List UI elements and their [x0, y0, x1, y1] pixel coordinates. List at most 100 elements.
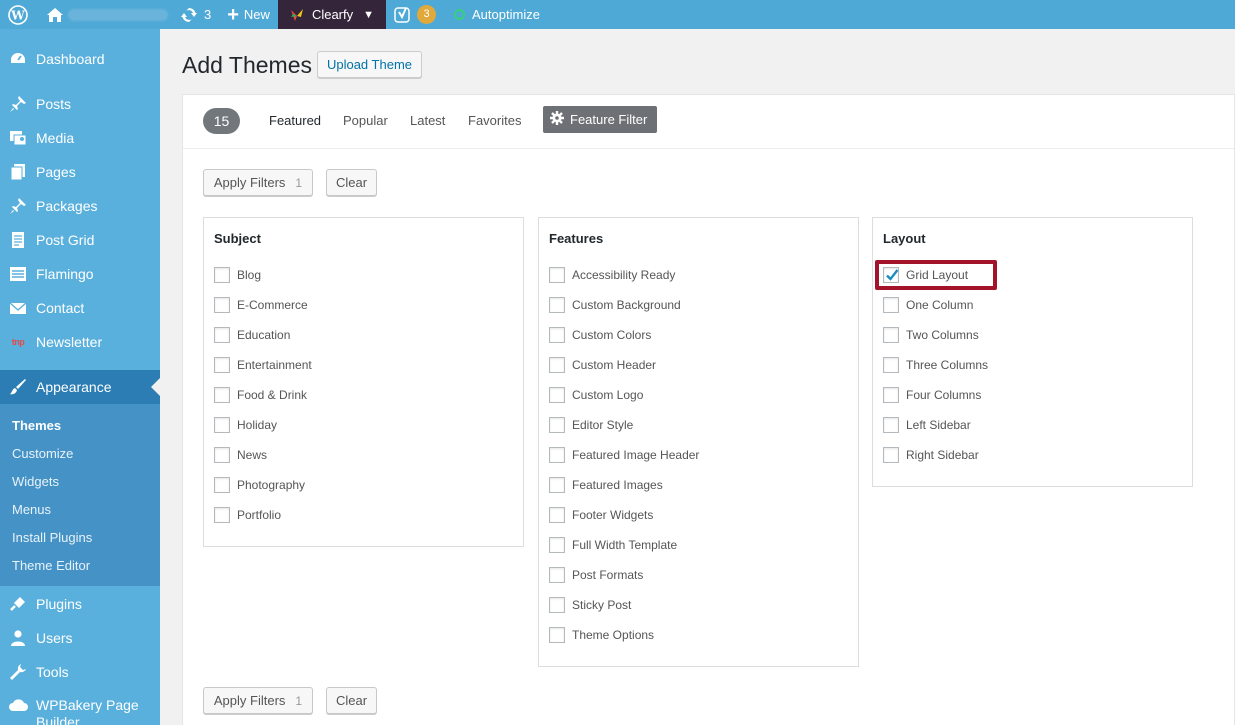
checkbox[interactable]	[214, 507, 230, 523]
feature-filter-button[interactable]: Feature Filter	[543, 106, 657, 133]
checkbox[interactable]	[549, 417, 565, 433]
filter-count: 1	[295, 693, 303, 708]
sidebar-item-appearance[interactable]: Appearance	[0, 370, 160, 404]
layout-option[interactable]: One Column	[883, 296, 973, 314]
subject-option[interactable]: Blog	[214, 266, 261, 284]
checkbox[interactable]	[214, 417, 230, 433]
checkbox[interactable]	[883, 417, 899, 433]
checkbox[interactable]	[549, 447, 565, 463]
sidebar-item-media[interactable]: Media	[0, 121, 160, 155]
checkbox[interactable]	[549, 597, 565, 613]
checkbox[interactable]	[549, 627, 565, 643]
tab-latest[interactable]: Latest	[410, 113, 445, 128]
sidebar-item-tools[interactable]: Tools	[0, 655, 160, 689]
upload-theme-button[interactable]: Upload Theme	[317, 51, 422, 78]
features-option[interactable]: Accessibility Ready	[549, 266, 675, 284]
subject-option[interactable]: Food & Drink	[214, 386, 307, 404]
checkbox[interactable]	[549, 567, 565, 583]
clear-button-top[interactable]: Clear	[326, 169, 377, 196]
checkbox[interactable]	[214, 447, 230, 463]
sidebar-item-newsletter[interactable]: tnp Newsletter	[0, 325, 160, 359]
checkbox[interactable]	[883, 387, 899, 403]
features-option[interactable]: Full Width Template	[549, 536, 677, 554]
yoast-menu[interactable]: 3	[386, 0, 444, 29]
sidebar-item-packages[interactable]: Packages	[0, 189, 160, 223]
clearfy-label: Clearfy	[311, 7, 354, 22]
submenu-item-customize[interactable]: Customize	[12, 446, 73, 461]
layout-option[interactable]: Four Columns	[883, 386, 981, 404]
submenu-item-themes[interactable]: Themes	[12, 418, 61, 433]
updates-count: 3	[204, 7, 212, 22]
subject-option[interactable]: Holiday	[214, 416, 277, 434]
checkbox[interactable]	[883, 327, 899, 343]
checkbox[interactable]	[214, 327, 230, 343]
subject-option[interactable]: Entertainment	[214, 356, 312, 374]
features-option[interactable]: Custom Background	[549, 296, 681, 314]
cloud-icon	[0, 697, 36, 713]
features-option[interactable]: Footer Widgets	[549, 506, 653, 524]
sidebar-item-flamingo[interactable]: Flamingo	[0, 257, 160, 291]
checkbox[interactable]	[549, 357, 565, 373]
checkbox[interactable]	[549, 267, 565, 283]
subject-option[interactable]: News	[214, 446, 267, 464]
checkbox[interactable]	[214, 297, 230, 313]
checkbox[interactable]	[214, 477, 230, 493]
autoptimize-menu[interactable]: Autoptimize	[444, 0, 548, 29]
apply-filters-button-top[interactable]: Apply Filters 1	[203, 169, 313, 196]
layout-option[interactable]: Left Sidebar	[883, 416, 971, 434]
checkbox-checked[interactable]	[883, 267, 899, 283]
layout-option[interactable]: Right Sidebar	[883, 446, 979, 464]
subject-option[interactable]: Portfolio	[214, 506, 281, 524]
features-option[interactable]: Featured Image Header	[549, 446, 699, 464]
tab-favorites[interactable]: Favorites	[468, 113, 521, 128]
yoast-icon	[394, 6, 412, 24]
checkbox[interactable]	[214, 267, 230, 283]
checkbox[interactable]	[549, 537, 565, 553]
features-option[interactable]: Custom Colors	[549, 326, 651, 344]
checkbox[interactable]	[214, 357, 230, 373]
features-option[interactable]: Featured Images	[549, 476, 663, 494]
features-option[interactable]: Post Formats	[549, 566, 643, 584]
submenu-item-install-plugins[interactable]: Install Plugins	[12, 530, 92, 545]
checkbox[interactable]	[549, 387, 565, 403]
sidebar-item-post-grid[interactable]: Post Grid	[0, 223, 160, 257]
wordpress-logo-icon[interactable]: W	[0, 0, 36, 29]
features-option[interactable]: Theme Options	[549, 626, 654, 644]
sidebar-item-pages[interactable]: Pages	[0, 155, 160, 189]
features-option[interactable]: Custom Logo	[549, 386, 643, 404]
checkbox[interactable]	[883, 447, 899, 463]
layout-option[interactable]: Three Columns	[883, 356, 988, 374]
tab-featured[interactable]: Featured	[269, 113, 321, 128]
subject-option[interactable]: Photography	[214, 476, 305, 494]
submenu-item-widgets[interactable]: Widgets	[12, 474, 59, 489]
site-name[interactable]	[36, 0, 176, 29]
layout-option[interactable]: Two Columns	[883, 326, 979, 344]
sidebar-item-posts[interactable]: Posts	[0, 87, 160, 121]
features-option[interactable]: Sticky Post	[549, 596, 631, 614]
features-option[interactable]: Custom Header	[549, 356, 656, 374]
checkbox[interactable]	[549, 327, 565, 343]
apply-filters-button-bottom[interactable]: Apply Filters 1	[203, 687, 313, 714]
features-option[interactable]: Editor Style	[549, 416, 633, 434]
submenu-item-theme-editor[interactable]: Theme Editor	[12, 558, 90, 573]
new-content-item[interactable]: + New	[219, 0, 278, 29]
sidebar-item-contact[interactable]: Contact	[0, 291, 160, 325]
clearfy-menu[interactable]: Clearfy ▼	[277, 0, 387, 29]
subject-option[interactable]: E-Commerce	[214, 296, 308, 314]
sidebar-item-users[interactable]: Users	[0, 621, 160, 655]
clear-button-bottom[interactable]: Clear	[326, 687, 377, 714]
checkbox[interactable]	[883, 357, 899, 373]
checkbox[interactable]	[549, 507, 565, 523]
checkbox[interactable]	[214, 387, 230, 403]
layout-option-grid-layout[interactable]: Grid Layout	[883, 266, 968, 284]
sidebar-item-wpbakery[interactable]: WPBakery Page Builder	[0, 689, 160, 725]
submenu-item-menus[interactable]: Menus	[12, 502, 51, 517]
updates-item[interactable]: 3	[176, 0, 219, 29]
tab-popular[interactable]: Popular	[343, 113, 388, 128]
sidebar-item-plugins[interactable]: Plugins	[0, 587, 160, 621]
checkbox[interactable]	[883, 297, 899, 313]
checkbox[interactable]	[549, 477, 565, 493]
checkbox[interactable]	[549, 297, 565, 313]
subject-option[interactable]: Education	[214, 326, 290, 344]
sidebar-item-dashboard[interactable]: Dashboard	[0, 42, 160, 76]
